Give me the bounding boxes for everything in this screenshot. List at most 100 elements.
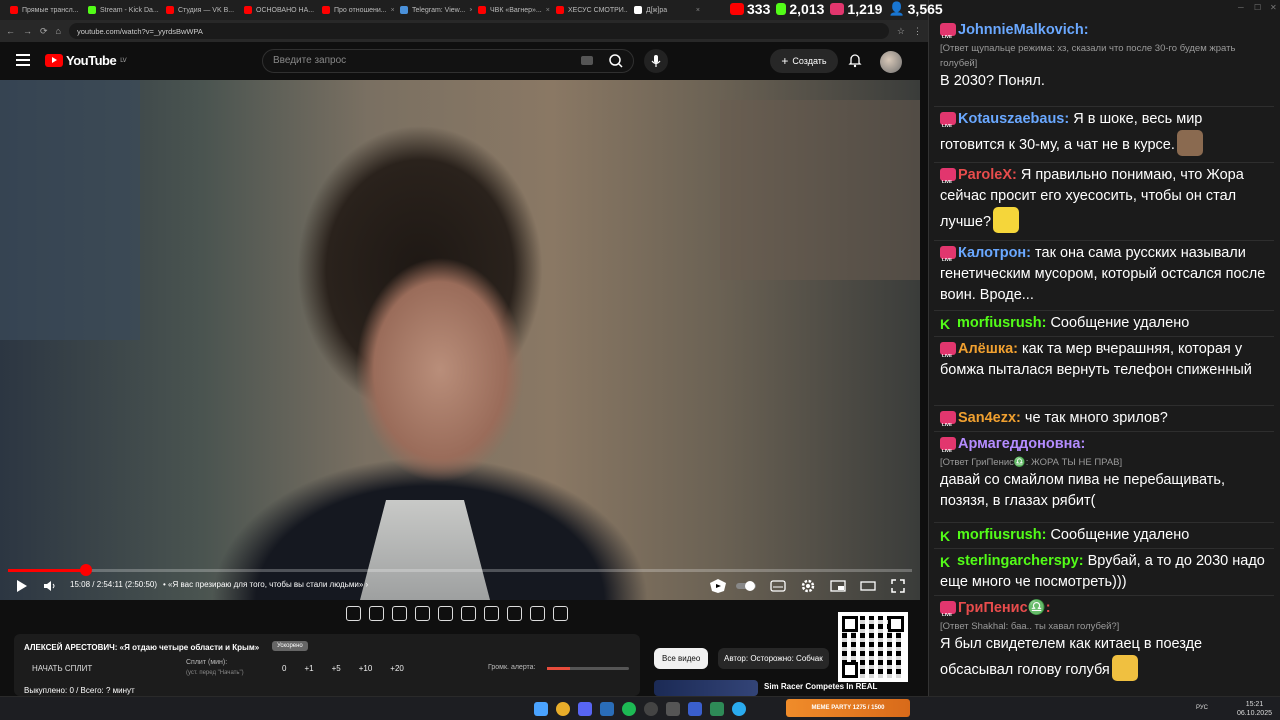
subtitles-icon[interactable] <box>770 578 786 594</box>
speed-icon[interactable] <box>484 606 499 621</box>
obs-icon[interactable] <box>644 702 658 716</box>
sponsorblock-icon[interactable] <box>708 578 728 594</box>
home-icon[interactable]: ⌂ <box>56 26 61 36</box>
browser-tab[interactable]: Telegram: View... × <box>394 1 472 19</box>
audio-icon[interactable] <box>369 606 384 621</box>
chat-message: JohnnieMalkovich: [Ответ щупальце режима:… <box>940 20 1270 92</box>
autoplay-toggle[interactable] <box>736 578 758 594</box>
chip-all-videos[interactable]: Все видео <box>654 648 709 669</box>
volume-icon[interactable] <box>42 578 58 594</box>
video-progress-bar[interactable] <box>8 569 912 572</box>
youtube-logo[interactable]: YouTube LV <box>45 53 127 68</box>
forward-icon[interactable]: → <box>23 26 32 36</box>
notifications-bell-icon[interactable] <box>848 52 862 68</box>
search-input[interactable]: Введите запрос <box>273 55 346 66</box>
add-icon[interactable] <box>507 606 522 621</box>
discord-icon[interactable] <box>578 702 592 716</box>
telegram-icon[interactable] <box>732 702 746 716</box>
kick-icon <box>776 3 787 15</box>
settings-gear-icon[interactable] <box>800 578 816 594</box>
browser-tab[interactable]: Прямые трансл...× <box>4 1 82 19</box>
gear-icon[interactable] <box>553 606 568 621</box>
chat-text: че так много зрилов? <box>1024 410 1168 426</box>
split-step-buttons: 0 +1 +5 +10 +20 <box>282 664 404 673</box>
chat-username[interactable]: ParoleX: <box>958 167 1017 183</box>
create-button[interactable]: + Создать <box>770 49 838 73</box>
chrome-icon[interactable] <box>556 702 570 716</box>
browser-tab[interactable]: Студия — VK В...× <box>160 1 238 19</box>
browser-tab[interactable]: ХЕСУС СМОТРИ...× <box>550 1 628 19</box>
cinema-icon[interactable] <box>392 606 407 621</box>
split-add-5-button[interactable]: +5 <box>332 664 341 673</box>
loop-icon[interactable] <box>346 606 361 621</box>
chat-username[interactable]: ГриПенис♎: <box>958 600 1051 616</box>
aspect-icon[interactable] <box>438 606 453 621</box>
hamburger-menu-icon[interactable] <box>16 54 30 66</box>
play-icon[interactable] <box>14 578 30 594</box>
browser-tab[interactable]: Д[ж]ра × <box>628 1 706 19</box>
clip-icon[interactable] <box>415 606 430 621</box>
search-box[interactable]: Введите запрос <box>262 49 634 73</box>
chat-divider <box>934 522 1274 523</box>
alert-volume-slider[interactable] <box>547 667 629 670</box>
split-add-10-button[interactable]: +10 <box>359 664 373 673</box>
address-bar[interactable]: youtube.com/watch?v=_yyrdsBwWPA <box>68 23 889 39</box>
chat-username[interactable]: JohnnieMalkovich: <box>958 22 1089 38</box>
chat-username[interactable]: Алёшка: <box>958 341 1018 357</box>
chat-username[interactable]: sterlingarchersрy: <box>957 553 1084 569</box>
star-icon[interactable]: ☆ <box>897 26 905 37</box>
reload-icon[interactable]: ⟳ <box>40 26 48 37</box>
app-icon[interactable] <box>710 702 724 716</box>
split-add-20-button[interactable]: +20 <box>390 664 404 673</box>
tab-close-icon[interactable]: × <box>696 7 700 14</box>
chat-username[interactable]: Калотрон: <box>958 245 1031 261</box>
start-icon[interactable] <box>534 702 548 716</box>
chat-divider <box>934 336 1274 337</box>
search-button[interactable] <box>600 50 632 72</box>
browser-tab[interactable]: Про отношени... × <box>316 1 394 19</box>
chat-username[interactable]: morfiusrush: <box>957 527 1046 543</box>
extensions-icon[interactable]: ⋮ <box>913 26 922 37</box>
split-add-1-button[interactable]: +1 <box>304 664 313 673</box>
chat-username[interactable]: Армагеддоновна: <box>958 436 1085 452</box>
chat-username[interactable]: San4ezx: <box>958 410 1021 426</box>
spotify-icon[interactable] <box>622 702 636 716</box>
fullscreen-icon[interactable] <box>890 578 906 594</box>
maximize-icon[interactable]: ☐ <box>1254 3 1261 12</box>
miniplayer-icon[interactable] <box>830 578 846 594</box>
chat-username[interactable]: morfiusrush: <box>957 315 1046 331</box>
screenshot-icon[interactable] <box>530 606 545 621</box>
theater-mode-icon[interactable] <box>860 578 876 594</box>
chat-username[interactable]: Kotauszaebaus: <box>958 111 1069 127</box>
total-viewers: 👤 3,565 <box>888 1 943 17</box>
tab-label: ЧВК «Вагнер»... <box>490 6 542 14</box>
recommendation-title[interactable]: Sim Racer Competes In REAL <box>764 682 877 691</box>
keyboard-icon[interactable] <box>581 56 593 65</box>
chip-author[interactable]: Автор: Осторожно: Собчак <box>718 648 829 669</box>
tab-favicon-icon <box>478 6 486 14</box>
account-avatar[interactable] <box>880 51 902 73</box>
recommendation-thumbnail[interactable] <box>654 680 758 696</box>
close-icon[interactable]: ✕ <box>1270 3 1277 12</box>
steam-icon[interactable] <box>600 702 614 716</box>
browser-tab[interactable]: ЧВК «Вагнер»... × <box>472 1 550 19</box>
qr-corner <box>842 616 858 632</box>
start-split-button[interactable]: НАЧАТЬ СПЛИТ <box>32 664 92 673</box>
chapter-title[interactable]: • «Я вас презираю для того, чтобы вы ста… <box>163 580 368 589</box>
browser-tab[interactable]: ОСНОВАНО НА...× <box>238 1 316 19</box>
back-icon[interactable]: ← <box>6 26 15 36</box>
tab-label: Про отношени... <box>334 6 387 14</box>
video-player[interactable] <box>0 80 920 600</box>
microphone-icon[interactable] <box>644 49 668 73</box>
minimize-icon[interactable]: ─ <box>1238 3 1244 12</box>
clock[interactable]: 15:21 06.10.2025 <box>1237 700 1272 718</box>
app-icon[interactable] <box>688 702 702 716</box>
app-icon[interactable] <box>666 702 680 716</box>
vk-live-badge-icon <box>940 437 956 461</box>
browser-tab[interactable]: Stream - Kick Da...× <box>82 1 160 19</box>
language-indicator[interactable]: РУС <box>1196 705 1208 711</box>
youtube-play-icon <box>45 54 63 67</box>
filmstrip-icon[interactable] <box>461 606 476 621</box>
stream-stats: 333 2,013 1,219 👤 3,565 <box>730 0 943 18</box>
time-display: 15:08 / 2:54:11 (2:50:50) <box>70 580 158 589</box>
